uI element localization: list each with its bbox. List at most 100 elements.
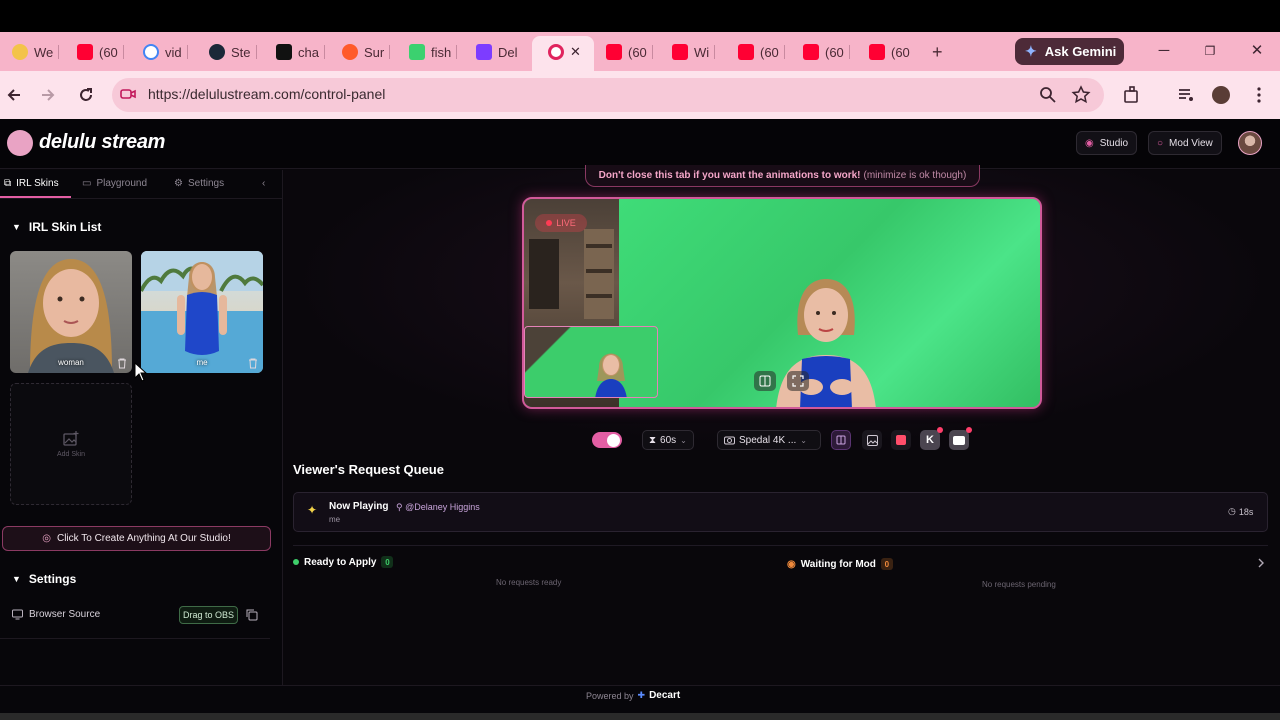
sun-icon [342,44,358,60]
mod-view-button[interactable]: ○ Mod View [1148,131,1222,155]
close-icon[interactable]: ✕ [570,44,581,60]
settings-section-header[interactable]: ▼ Settings [12,572,76,586]
camera-pip-preview[interactable] [524,326,658,398]
browser-tab[interactable]: (60 [606,40,653,64]
tab-irl-skins[interactable]: ⧉ IRL Skins [4,178,59,189]
copy-icon[interactable] [246,609,258,621]
split-view-button[interactable] [754,371,776,391]
playground-icon: ▭ [82,178,92,189]
skin-card[interactable]: woman [10,251,132,373]
tab-playground[interactable]: ▭ Playground [82,178,147,189]
user-avatar[interactable] [1238,131,1262,155]
add-skin-button[interactable]: Add Skin [10,383,132,505]
youtube-button[interactable] [949,430,969,450]
waiting-for-mod-header: ◉ Waiting for Mod 0 [787,558,893,570]
chevron-down-icon: ▼ [12,574,21,584]
browser-tab[interactable]: (60 [738,40,785,64]
browser-tab[interactable]: Del [476,40,518,64]
image-icon [866,434,878,446]
skin-thumbnail-me [141,251,263,373]
media-controls-icon[interactable] [1176,85,1196,105]
camera-select[interactable]: Spedal 4K ... ⌄ [717,430,821,450]
hourglass-icon: ⧗ [649,434,657,446]
browser-tab[interactable]: (60 [803,40,850,64]
layout-toggle-button[interactable] [831,430,851,450]
queue-title: Viewer's Request Queue [293,462,444,477]
image-button[interactable] [862,430,882,450]
tab-settings[interactable]: ⚙ Settings [174,178,224,189]
powered-by: Powered by ✚ Decart [586,690,681,701]
camera-icon [724,435,735,445]
reload-icon[interactable] [76,85,96,105]
trash-icon[interactable] [116,357,128,369]
now-playing-skin: me [329,515,341,524]
browser-tab[interactable]: Ste [209,40,257,64]
chevron-right-icon[interactable] [1256,558,1266,568]
new-tab-button[interactable]: + [932,40,943,64]
browser-tab[interactable]: vid [143,40,188,64]
eye-icon: ◉ [787,558,796,570]
collapse-sidebar-button[interactable]: ‹ [262,178,265,189]
waiting-count-badge: 0 [880,558,893,570]
url-text[interactable]: https://delulustream.com/control-panel [148,86,385,102]
browser-tab[interactable]: Sur [342,40,391,64]
skin-label: me [196,358,208,367]
skin-thumbnail-woman [28,259,114,373]
forward-icon[interactable] [38,85,58,105]
fullscreen-icon [792,375,804,387]
menu-kebab-icon[interactable] [1249,85,1269,105]
browser-tab[interactable]: cha [276,40,325,64]
waiting-empty-text: No requests pending [982,580,1056,589]
queue-divider [293,545,1268,546]
browser-tab[interactable]: We [12,40,60,64]
extensions-icon[interactable] [1122,85,1142,105]
camera-indicator-icon[interactable] [120,86,136,102]
kick-button[interactable]: K [920,430,940,450]
mouse-cursor-icon [134,362,148,382]
clock-icon: ◷ [1228,506,1236,516]
stop-icon [896,435,906,445]
ask-gemini-button[interactable]: ✦ Ask Gemini [1015,38,1124,65]
palette-icon: ◉ [1085,137,1094,149]
monitor-icon [12,609,23,620]
ready-to-apply-header: Ready to Apply 0 [293,556,394,568]
browser-tab[interactable]: Wi [672,40,716,64]
chevron-left-icon: ‹ [262,178,266,189]
tab-favicon-icon [12,44,28,60]
timer-select[interactable]: ⧗ 60s ⌄ [642,430,694,450]
drag-to-obs-button[interactable]: Drag to OBS [179,606,238,624]
bookmark-star-icon[interactable] [1071,85,1091,105]
profile-avatar[interactable] [1212,86,1230,104]
youtube-icon [953,435,965,445]
browser-tab[interactable]: (60 [869,40,910,64]
google-icon [143,44,159,60]
minimize-button[interactable]: ─ [1152,40,1176,62]
delulu-icon [476,44,492,60]
back-icon[interactable] [4,85,24,105]
zoom-icon[interactable] [1038,85,1058,105]
youtube-icon [869,44,885,60]
window-close-button[interactable]: ✕ [1245,40,1269,62]
chat-icon [276,44,292,60]
restore-button[interactable]: ❐ [1198,40,1222,62]
add-image-icon [63,430,79,447]
trash-icon[interactable] [247,357,259,369]
logo-text[interactable]: delulu stream [39,131,165,154]
logo-icon [7,130,33,156]
fullscreen-button[interactable] [787,371,809,391]
create-at-studio-button[interactable]: ◎ Click To Create Anything At Our Studio… [2,526,271,551]
irl-skin-list-header[interactable]: ▼ IRL Skin List [12,220,101,234]
gear-icon: ⚙ [174,178,183,189]
browser-tab[interactable]: (60 [77,40,124,64]
skin-card[interactable]: me [141,251,263,373]
chevron-down-icon: ⌄ [800,435,807,445]
ready-dot-icon [293,559,299,565]
keep-tab-open-notice: Don't close this tab if you want the ani… [585,165,980,187]
live-badge: LIVE [535,214,587,232]
studio-button[interactable]: ◉ Studio [1076,131,1138,155]
youtube-icon [606,44,622,60]
browser-tab[interactable]: fish [409,40,458,64]
browser-tab-active[interactable]: ✕ [548,40,581,64]
notification-dot [966,427,972,433]
stop-recording-button[interactable] [891,430,911,450]
